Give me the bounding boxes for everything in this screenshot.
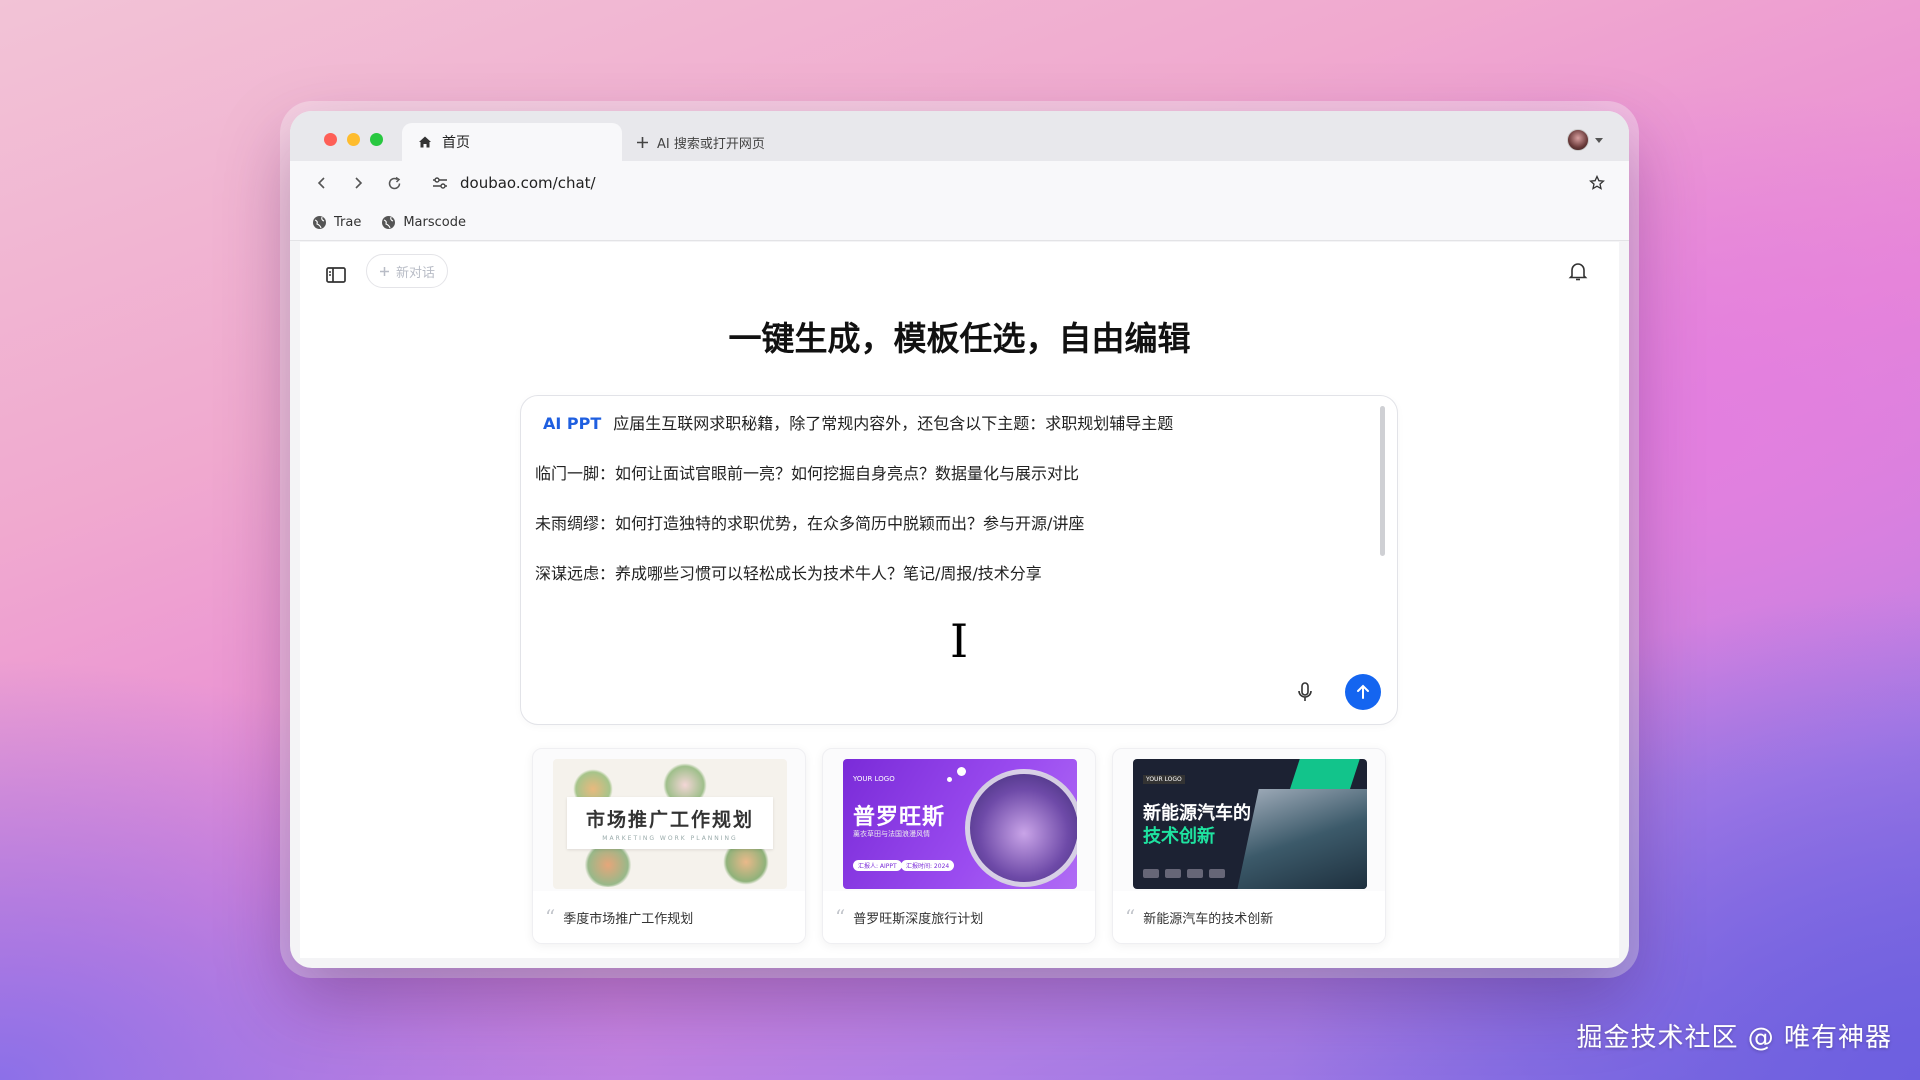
url-text[interactable]: doubao.com/chat/ <box>460 174 596 192</box>
globe-icon <box>313 216 326 229</box>
tab-home[interactable]: 首页 <box>402 123 622 161</box>
quote-icon: “ <box>835 905 846 929</box>
send-button[interactable] <box>1345 674 1381 710</box>
avatar <box>1567 129 1589 151</box>
bookmark-label: Trae <box>334 215 362 230</box>
window-controls <box>324 133 383 146</box>
ai-ppt-tag[interactable]: AI PPT <box>543 414 601 433</box>
template-thumbnail: YOUR LOGO 新能源汽车的 技术创新 <box>1133 759 1367 889</box>
minimize-window-button[interactable] <box>347 133 360 146</box>
template-thumb-title-highlight: 技术创新 <box>1143 826 1215 847</box>
chevron-down-icon <box>1595 137 1603 143</box>
template-caption: 季度市场推广工作规划 <box>563 911 694 927</box>
template-banner: 市场推广工作规划 MARKETING WORK PLANNING <box>567 797 773 849</box>
forward-button[interactable] <box>344 169 372 197</box>
lavender-image <box>965 769 1077 887</box>
tab-home-label: 首页 <box>442 135 470 151</box>
bookmark-star-icon[interactable] <box>1589 175 1605 191</box>
template-thumb-title: 市场推广工作规划 <box>585 808 754 831</box>
browser-toolbar: doubao.com/chat/ <box>290 161 1629 205</box>
quote-icon: “ <box>1125 905 1136 929</box>
template-thumb-logo: YOUR LOGO <box>1143 775 1185 784</box>
quote-icon: “ <box>545 905 556 929</box>
maximize-window-button[interactable] <box>370 133 383 146</box>
back-button[interactable] <box>308 169 336 197</box>
composer-line[interactable]: AI PPT 应届生互联网求职秘籍，除了常规内容外，还包含以下主题：求职规划辅导主… <box>535 410 1173 434</box>
template-thumb-logo: YOUR LOGO <box>853 775 895 783</box>
template-thumbnail: YOUR LOGO 普罗旺斯 薰衣草田与法国浪漫风情 汇报人: AIPPT 汇报… <box>843 759 1077 889</box>
reload-button[interactable] <box>380 169 408 197</box>
text-cursor-icon: I <box>950 614 969 668</box>
globe-icon <box>382 216 396 229</box>
chat-page: 新对话 一键生成，模板任选，自由编辑 AI PPT 应届生互联网求职秘籍，除了常规… <box>300 242 1619 958</box>
bookmark-marscode[interactable]: Marscode <box>381 215 466 230</box>
reload-icon <box>388 176 400 189</box>
back-icon <box>317 177 325 189</box>
car-image <box>1235 789 1367 889</box>
composer-scrollbar[interactable] <box>1380 406 1385 556</box>
composer-line[interactable]: 深谋远虑：养成哪些习惯可以轻松成长为技术牛人？笔记/周报/技术分享 <box>535 560 1042 584</box>
profile-menu[interactable] <box>1567 129 1603 151</box>
template-card-provence[interactable]: YOUR LOGO 普罗旺斯 薰衣草田与法国浪漫风情 汇报人: AIPPT 汇报… <box>822 748 1096 944</box>
template-thumb-subtitle: MARKETING WORK PLANNING <box>602 834 738 842</box>
microphone-icon[interactable] <box>1293 680 1317 704</box>
new-chat-button[interactable]: 新对话 <box>366 254 449 288</box>
template-card-marketing[interactable]: 市场推广工作规划 MARKETING WORK PLANNING “ 季度市场推… <box>532 748 806 944</box>
title-bar: 首页 AI 搜索或打开网页 <box>290 111 1629 161</box>
new-chat-label: 新对话 <box>396 265 436 281</box>
home-icon <box>419 136 431 148</box>
new-tab-button[interactable]: AI 搜索或打开网页 <box>636 123 765 161</box>
plus-icon <box>380 266 389 276</box>
template-thumb-pill: 汇报人: AIPPT <box>853 860 902 871</box>
template-caption: 普罗旺斯深度旅行计划 <box>853 911 984 927</box>
close-window-button[interactable] <box>324 133 337 146</box>
forward-icon <box>355 177 363 189</box>
template-caption-row: “ 普罗旺斯深度旅行计划 <box>823 891 1095 943</box>
bookmark-trae[interactable]: Trae <box>312 215 361 230</box>
plus-icon <box>637 136 648 148</box>
arrow-up-icon <box>1357 684 1369 699</box>
new-tab-label: AI 搜索或打开网页 <box>657 136 765 152</box>
composer-line[interactable]: 未雨绸缪：如何打造独特的求职优势，在众多简历中脱颖而出？参与开源/讲座 <box>535 510 1084 534</box>
template-caption-row: “ 季度市场推广工作规划 <box>533 891 805 943</box>
sidebar-toggle-icon[interactable] <box>324 263 348 287</box>
template-thumb-title: 普罗旺斯 <box>853 805 946 830</box>
browser-window: 首页 AI 搜索或打开网页 doubao.com/chat/ Trae Mars… <box>290 111 1629 968</box>
site-settings-icon[interactable] <box>432 176 448 190</box>
composer-line[interactable]: 临门一脚：如何让面试官眼前一亮？如何挖掘自身亮点？数据量化与展示对比 <box>535 460 1079 484</box>
template-caption: 新能源汽车的技术创新 <box>1143 911 1274 927</box>
template-caption-row: “ 新能源汽车的技术创新 <box>1113 891 1385 943</box>
template-thumb-pill: 汇报时间: 2024 <box>901 860 955 871</box>
template-thumbnail: 市场推广工作规划 MARKETING WORK PLANNING <box>553 759 787 889</box>
template-list: 市场推广工作规划 MARKETING WORK PLANNING “ 季度市场推… <box>532 748 1386 944</box>
composer-text: 应届生互联网求职秘籍，除了常规内容外，还包含以下主题：求职规划辅导主题 <box>613 414 1174 433</box>
template-card-ev[interactable]: YOUR LOGO 新能源汽车的 技术创新 “ 新能源汽车的技术创新 <box>1112 748 1386 944</box>
watermark: 掘金技术社区 @ 唯有神器 <box>1576 1023 1892 1053</box>
bookmarks-bar: Trae Marscode <box>290 205 1629 241</box>
notification-bell-icon[interactable] <box>1567 260 1589 282</box>
bookmark-label: Marscode <box>403 215 466 230</box>
page-title: 一键生成，模板任选，自由编辑 <box>728 319 1191 358</box>
address-bar[interactable]: doubao.com/chat/ <box>424 167 1611 199</box>
template-thumb-subtitle: 薰衣草田与法国浪漫风情 <box>853 830 930 838</box>
prompt-composer[interactable]: AI PPT 应届生互联网求职秘籍，除了常规内容外，还包含以下主题：求职规划辅导主… <box>520 395 1398 725</box>
